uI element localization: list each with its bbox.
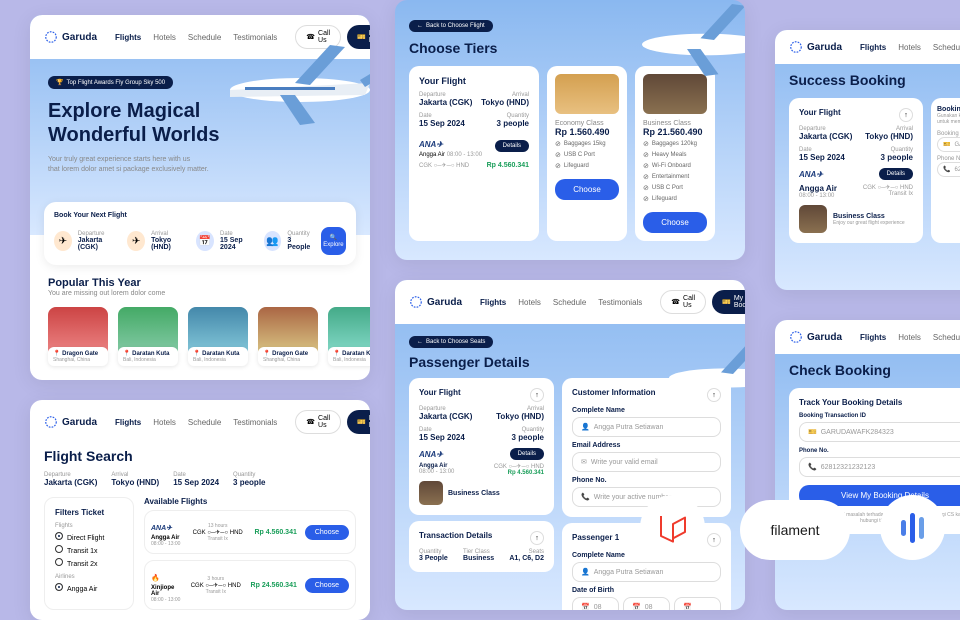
arrival-field[interactable]: ✈ArrivalTokyo (HND) (127, 227, 188, 255)
filter-airline[interactable]: Angga Air (55, 583, 123, 593)
my-booking-button[interactable]: 🎫 My Booking (347, 410, 370, 434)
fs-title: Flight Search (44, 448, 356, 464)
popular-title: Popular This Year (48, 277, 352, 289)
class-image (419, 481, 443, 505)
logo[interactable]: Garuda (409, 295, 462, 309)
logo[interactable]: Garuda (789, 330, 842, 344)
your-flight-panel: Your Flight↑ DepartureJakarta (CGK)Arriv… (789, 98, 923, 243)
filter-direct[interactable]: Direct Flight (55, 532, 123, 542)
logo[interactable]: Garuda (789, 40, 842, 54)
logo[interactable]: Garuda (44, 30, 97, 44)
flight-row: ANA✈Angga Air08:00 - 13:00 13 hoursCGK ○… (144, 510, 356, 554)
booking-id-input[interactable]: 🎫 GARUDAWAFK284323 (799, 422, 960, 442)
bars-logo (880, 495, 945, 560)
destination-card[interactable]: 📍 Daratan KutaBali, Indonesia (118, 307, 178, 366)
filters-panel: Filters Ticket Flights Direct Flight Tra… (44, 497, 134, 610)
details-button[interactable]: Details (879, 168, 913, 180)
success-title: Success Booking (789, 72, 960, 88)
choose-button[interactable]: Choose (305, 525, 349, 540)
dob-month[interactable]: 📅 08 (623, 597, 670, 610)
class-image (799, 205, 827, 233)
laravel-logo (640, 495, 705, 560)
choose-economy-button[interactable]: Choose (555, 179, 619, 200)
dob-day[interactable]: 📅 08 (572, 597, 619, 610)
destination-card[interactable]: 📍 Daratan KutaBali, Indonesia (188, 307, 248, 366)
explore-button[interactable]: 🔍Explore (321, 227, 346, 255)
airplane-icon (645, 314, 745, 434)
nav-flights[interactable]: Flights (115, 33, 141, 42)
phone-input[interactable]: 📞 Write your active number (572, 487, 721, 507)
date-field[interactable]: 📅Date15 Sep 2024 (196, 227, 255, 255)
popular-sub: You are missing out lorem dolor come (48, 289, 352, 299)
qty-field[interactable]: 👥Quantity3 People (264, 227, 313, 255)
arrow-icon[interactable]: ↑ (530, 388, 544, 402)
email-input[interactable]: ✉ Write your valid email (572, 452, 721, 472)
logo[interactable]: Garuda (44, 415, 97, 429)
choose-button[interactable]: Choose (305, 578, 349, 593)
airplane-icon (615, 0, 745, 100)
arrow-icon[interactable]: ↑ (899, 108, 913, 122)
destination-card[interactable]: 📍 Dragon GateShanghai, China (48, 307, 108, 366)
destination-card[interactable]: 📍 Daratan KutaBali, Indonesia (328, 307, 370, 366)
call-us-button[interactable]: ☎ Call Us (295, 410, 341, 434)
booking-details-panel: Booking D Gunakan kod untuk meme Booking… (931, 98, 960, 243)
call-us-button[interactable]: ☎ Call Us (660, 290, 706, 314)
details-button[interactable]: Details (495, 140, 529, 152)
filament-logo: filament (740, 500, 850, 560)
filter-transit2[interactable]: Transit 2x (55, 558, 123, 568)
my-booking-button[interactable]: 🎫 My Booking (712, 290, 745, 314)
your-flight-panel: Your Flight↑ DepartureJakarta (CGK)Arriv… (409, 378, 554, 515)
choose-business-button[interactable]: Choose (643, 212, 707, 233)
award-badge: 🏆 Top Flight Awards Fly Group Sky 500 (48, 76, 173, 89)
filter-transit1[interactable]: Transit 1x (55, 545, 123, 555)
hero-sub: Your truly great experience starts here … (48, 155, 352, 175)
arrow-icon[interactable]: ↑ (707, 533, 721, 547)
destination-card[interactable]: 📍 Dragon GateShanghai, China (258, 307, 318, 366)
name-input[interactable]: 👤 Angga Putra Setiawan (572, 562, 721, 582)
back-button[interactable]: ← Back to Choose Seats (409, 336, 493, 348)
search-title: Book Your Next Flight (54, 212, 346, 219)
details-button[interactable]: Details (510, 448, 544, 460)
back-button[interactable]: ← Back to Choose Flight (409, 20, 493, 32)
departure-field[interactable]: ✈DepartureJakarta (CGK) (54, 227, 119, 255)
flight-row: 🔥Xinjiope Air08:00 - 13:00 3 hoursCGK ○─… (144, 560, 356, 610)
dob-year[interactable]: 📅 (674, 597, 721, 610)
hero-title: Explore MagicalWonderful Worlds (48, 99, 352, 147)
your-flight-panel: Your Flight DepartureJakarta (CGK)Arriva… (409, 66, 539, 241)
arrow-icon[interactable]: ↑ (530, 531, 544, 545)
phone-input[interactable]: 📞 62812321232123 (799, 457, 960, 477)
transaction-panel: Transaction Details↑ Quantity3 PeopleTie… (409, 521, 554, 572)
nav-hotels[interactable]: Hotels (153, 33, 176, 42)
cb-title: Check Booking (789, 362, 960, 378)
